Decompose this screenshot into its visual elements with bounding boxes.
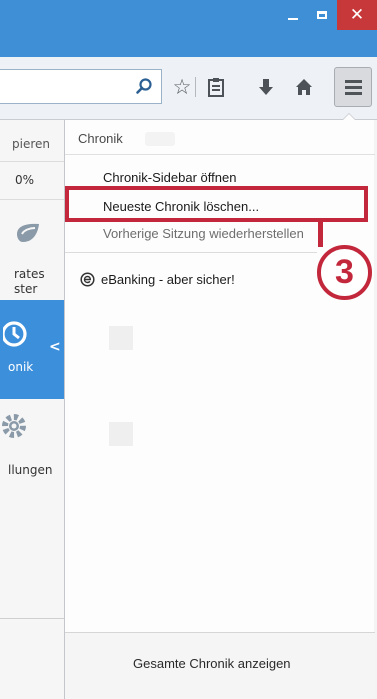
search-icon[interactable]: [135, 77, 153, 95]
download-icon[interactable]: [254, 75, 278, 99]
hamburger-menu-icon: [344, 77, 362, 98]
maximize-button[interactable]: [310, 0, 334, 30]
menu-divider: [0, 199, 64, 200]
chevron-left-icon: <: [49, 339, 61, 355]
panel-divider: [65, 252, 317, 253]
history-subview: Chronik Chronik-Sidebar öffnen Neueste C…: [64, 113, 375, 699]
settings-label[interactable]: llungen: [8, 463, 52, 477]
history-panel-header: Chronik: [65, 120, 375, 155]
navigation-toolbar: ☆: [0, 57, 377, 120]
home-icon[interactable]: [292, 75, 316, 99]
search-bar[interactable]: [0, 69, 162, 104]
annotation-connector: [318, 220, 323, 247]
open-history-sidebar-item[interactable]: Chronik-Sidebar öffnen: [103, 170, 236, 185]
reading-list-icon[interactable]: [204, 75, 228, 99]
restore-previous-session-item: Vorherige Sitzung wiederherstellen: [103, 226, 304, 241]
addons-icon: [109, 422, 133, 446]
main-menu-panel: pieren 0% rates ster < onik llungen: [0, 120, 64, 699]
step-number-badge: 3: [317, 245, 372, 300]
edit-row: pieren: [0, 120, 64, 162]
hamburger-menu-button[interactable]: [334, 67, 372, 107]
panel-footer: Gesamte Chronik anzeigen: [65, 632, 375, 699]
minimize-icon: [288, 18, 298, 20]
private-window-label[interactable]: rates: [14, 267, 45, 281]
close-button[interactable]: ✕: [337, 0, 377, 30]
show-all-history-button[interactable]: Gesamte Chronik anzeigen: [133, 656, 291, 671]
maximize-icon: [317, 11, 327, 19]
copy-button[interactable]: pieren: [12, 137, 50, 151]
history-panel-body: Chronik Chronik-Sidebar öffnen Neueste C…: [64, 120, 375, 699]
panel-title: Chronik: [78, 131, 123, 146]
highlight-box: [65, 186, 368, 222]
gear-icon[interactable]: [2, 410, 34, 442]
recent-history-item[interactable]: eBanking - aber sicher!: [101, 272, 235, 287]
private-window-label-2[interactable]: ster: [14, 282, 37, 296]
bookmark-star-icon[interactable]: ☆: [170, 75, 194, 99]
private-window-icon[interactable]: [14, 220, 42, 246]
window-titlebar: ✕: [0, 0, 377, 57]
zoom-level[interactable]: 0%: [15, 173, 34, 187]
fullscreen-icon: [109, 326, 133, 350]
clock-icon: [3, 321, 27, 347]
history-menu-label: onik: [8, 360, 34, 374]
menu-divider-bottom: [0, 618, 64, 619]
close-icon: ✕: [349, 5, 365, 25]
toolbar-separator: [195, 77, 196, 97]
minimize-button[interactable]: [278, 0, 308, 30]
history-menu-button[interactable]: < onik: [0, 300, 64, 399]
ghost-button: [145, 132, 175, 146]
ebanking-favicon: [80, 272, 95, 287]
